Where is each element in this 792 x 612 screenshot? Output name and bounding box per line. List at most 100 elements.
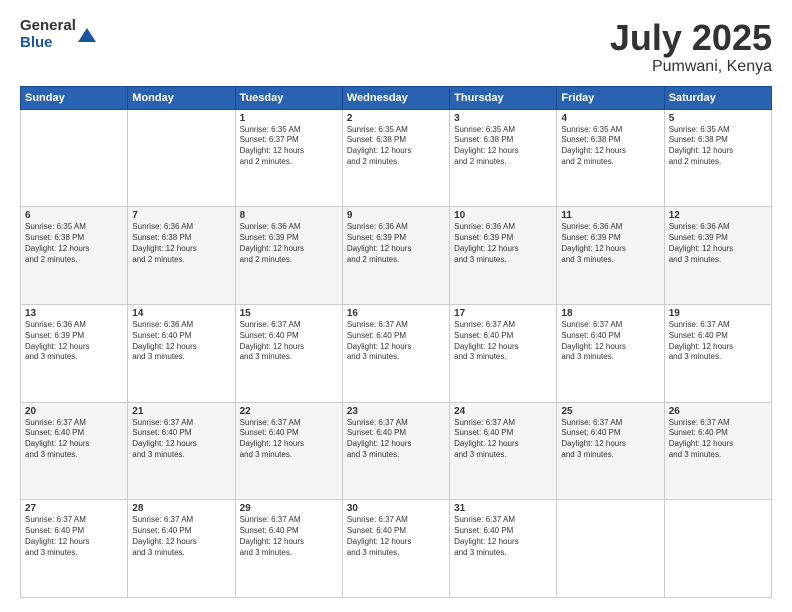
day-number: 23 — [347, 406, 445, 417]
day-number: 28 — [132, 503, 230, 514]
calendar-cell: 14Sunrise: 6:36 AM Sunset: 6:40 PM Dayli… — [128, 304, 235, 402]
week-row-1: 1Sunrise: 6:35 AM Sunset: 6:37 PM Daylig… — [21, 109, 772, 207]
column-header-friday: Friday — [557, 86, 664, 109]
day-number: 1 — [240, 113, 338, 124]
day-info: Sunrise: 6:36 AM Sunset: 6:39 PM Dayligh… — [561, 222, 659, 265]
calendar-cell: 28Sunrise: 6:37 AM Sunset: 6:40 PM Dayli… — [128, 500, 235, 598]
calendar-cell: 15Sunrise: 6:37 AM Sunset: 6:40 PM Dayli… — [235, 304, 342, 402]
day-number: 14 — [132, 308, 230, 319]
day-number: 2 — [347, 113, 445, 124]
logo: General Blue — [20, 18, 96, 51]
day-info: Sunrise: 6:37 AM Sunset: 6:40 PM Dayligh… — [561, 418, 659, 461]
day-number: 20 — [25, 406, 123, 417]
day-number: 5 — [669, 113, 767, 124]
day-number: 18 — [561, 308, 659, 319]
calendar-cell: 26Sunrise: 6:37 AM Sunset: 6:40 PM Dayli… — [664, 402, 771, 500]
calendar-cell: 18Sunrise: 6:37 AM Sunset: 6:40 PM Dayli… — [557, 304, 664, 402]
day-number: 31 — [454, 503, 552, 514]
title-block: July 2025 Pumwani, Kenya — [610, 18, 772, 76]
day-info: Sunrise: 6:35 AM Sunset: 6:38 PM Dayligh… — [561, 125, 659, 168]
day-number: 21 — [132, 406, 230, 417]
calendar-cell: 7Sunrise: 6:36 AM Sunset: 6:38 PM Daylig… — [128, 207, 235, 305]
day-info: Sunrise: 6:36 AM Sunset: 6:38 PM Dayligh… — [132, 222, 230, 265]
month-title: July 2025 — [610, 18, 772, 58]
day-number: 6 — [25, 210, 123, 221]
calendar-cell: 30Sunrise: 6:37 AM Sunset: 6:40 PM Dayli… — [342, 500, 449, 598]
calendar-cell: 19Sunrise: 6:37 AM Sunset: 6:40 PM Dayli… — [664, 304, 771, 402]
calendar-cell: 2Sunrise: 6:35 AM Sunset: 6:38 PM Daylig… — [342, 109, 449, 207]
day-info: Sunrise: 6:37 AM Sunset: 6:40 PM Dayligh… — [25, 515, 123, 558]
day-number: 7 — [132, 210, 230, 221]
calendar-cell: 4Sunrise: 6:35 AM Sunset: 6:38 PM Daylig… — [557, 109, 664, 207]
day-info: Sunrise: 6:35 AM Sunset: 6:37 PM Dayligh… — [240, 125, 338, 168]
day-number: 4 — [561, 113, 659, 124]
calendar-cell: 11Sunrise: 6:36 AM Sunset: 6:39 PM Dayli… — [557, 207, 664, 305]
day-info: Sunrise: 6:37 AM Sunset: 6:40 PM Dayligh… — [240, 320, 338, 363]
header: General Blue July 2025 Pumwani, Kenya — [20, 18, 772, 76]
week-row-4: 20Sunrise: 6:37 AM Sunset: 6:40 PM Dayli… — [21, 402, 772, 500]
calendar-cell: 10Sunrise: 6:36 AM Sunset: 6:39 PM Dayli… — [450, 207, 557, 305]
day-number: 26 — [669, 406, 767, 417]
day-number: 17 — [454, 308, 552, 319]
day-info: Sunrise: 6:37 AM Sunset: 6:40 PM Dayligh… — [347, 320, 445, 363]
column-header-tuesday: Tuesday — [235, 86, 342, 109]
column-header-monday: Monday — [128, 86, 235, 109]
calendar-cell: 3Sunrise: 6:35 AM Sunset: 6:38 PM Daylig… — [450, 109, 557, 207]
day-number: 9 — [347, 210, 445, 221]
day-info: Sunrise: 6:35 AM Sunset: 6:38 PM Dayligh… — [454, 125, 552, 168]
day-number: 22 — [240, 406, 338, 417]
day-info: Sunrise: 6:35 AM Sunset: 6:38 PM Dayligh… — [347, 125, 445, 168]
day-info: Sunrise: 6:36 AM Sunset: 6:39 PM Dayligh… — [669, 222, 767, 265]
calendar-cell — [557, 500, 664, 598]
day-info: Sunrise: 6:37 AM Sunset: 6:40 PM Dayligh… — [240, 515, 338, 558]
day-number: 11 — [561, 210, 659, 221]
calendar-cell: 20Sunrise: 6:37 AM Sunset: 6:40 PM Dayli… — [21, 402, 128, 500]
week-row-3: 13Sunrise: 6:36 AM Sunset: 6:39 PM Dayli… — [21, 304, 772, 402]
column-header-saturday: Saturday — [664, 86, 771, 109]
day-info: Sunrise: 6:36 AM Sunset: 6:39 PM Dayligh… — [347, 222, 445, 265]
day-info: Sunrise: 6:37 AM Sunset: 6:40 PM Dayligh… — [669, 418, 767, 461]
day-info: Sunrise: 6:37 AM Sunset: 6:40 PM Dayligh… — [132, 418, 230, 461]
location-title: Pumwani, Kenya — [610, 58, 772, 76]
calendar-cell: 9Sunrise: 6:36 AM Sunset: 6:39 PM Daylig… — [342, 207, 449, 305]
day-info: Sunrise: 6:37 AM Sunset: 6:40 PM Dayligh… — [454, 320, 552, 363]
calendar-cell: 21Sunrise: 6:37 AM Sunset: 6:40 PM Dayli… — [128, 402, 235, 500]
page: General Blue July 2025 Pumwani, Kenya Su… — [0, 0, 792, 612]
calendar-cell: 5Sunrise: 6:35 AM Sunset: 6:38 PM Daylig… — [664, 109, 771, 207]
day-info: Sunrise: 6:35 AM Sunset: 6:38 PM Dayligh… — [25, 222, 123, 265]
day-info: Sunrise: 6:36 AM Sunset: 6:39 PM Dayligh… — [240, 222, 338, 265]
calendar-cell: 6Sunrise: 6:35 AM Sunset: 6:38 PM Daylig… — [21, 207, 128, 305]
day-number: 13 — [25, 308, 123, 319]
calendar-cell: 16Sunrise: 6:37 AM Sunset: 6:40 PM Dayli… — [342, 304, 449, 402]
day-number: 16 — [347, 308, 445, 319]
logo-text: General Blue — [20, 18, 76, 51]
week-row-2: 6Sunrise: 6:35 AM Sunset: 6:38 PM Daylig… — [21, 207, 772, 305]
column-header-thursday: Thursday — [450, 86, 557, 109]
day-number: 12 — [669, 210, 767, 221]
day-number: 24 — [454, 406, 552, 417]
day-info: Sunrise: 6:36 AM Sunset: 6:39 PM Dayligh… — [25, 320, 123, 363]
calendar-cell: 24Sunrise: 6:37 AM Sunset: 6:40 PM Dayli… — [450, 402, 557, 500]
day-number: 15 — [240, 308, 338, 319]
day-info: Sunrise: 6:37 AM Sunset: 6:40 PM Dayligh… — [347, 515, 445, 558]
day-info: Sunrise: 6:36 AM Sunset: 6:40 PM Dayligh… — [132, 320, 230, 363]
day-info: Sunrise: 6:37 AM Sunset: 6:40 PM Dayligh… — [240, 418, 338, 461]
day-info: Sunrise: 6:36 AM Sunset: 6:39 PM Dayligh… — [454, 222, 552, 265]
logo-general: General — [20, 18, 76, 35]
column-header-sunday: Sunday — [21, 86, 128, 109]
day-info: Sunrise: 6:37 AM Sunset: 6:40 PM Dayligh… — [454, 418, 552, 461]
day-number: 3 — [454, 113, 552, 124]
day-number: 10 — [454, 210, 552, 221]
calendar-cell — [21, 109, 128, 207]
day-info: Sunrise: 6:35 AM Sunset: 6:38 PM Dayligh… — [669, 125, 767, 168]
calendar-cell — [664, 500, 771, 598]
calendar-table: SundayMondayTuesdayWednesdayThursdayFrid… — [20, 86, 772, 598]
day-info: Sunrise: 6:37 AM Sunset: 6:40 PM Dayligh… — [25, 418, 123, 461]
calendar-cell: 1Sunrise: 6:35 AM Sunset: 6:37 PM Daylig… — [235, 109, 342, 207]
day-number: 29 — [240, 503, 338, 514]
day-info: Sunrise: 6:37 AM Sunset: 6:40 PM Dayligh… — [454, 515, 552, 558]
logo-blue: Blue — [20, 35, 76, 52]
calendar-cell: 27Sunrise: 6:37 AM Sunset: 6:40 PM Dayli… — [21, 500, 128, 598]
calendar-cell: 12Sunrise: 6:36 AM Sunset: 6:39 PM Dayli… — [664, 207, 771, 305]
calendar-cell: 31Sunrise: 6:37 AM Sunset: 6:40 PM Dayli… — [450, 500, 557, 598]
